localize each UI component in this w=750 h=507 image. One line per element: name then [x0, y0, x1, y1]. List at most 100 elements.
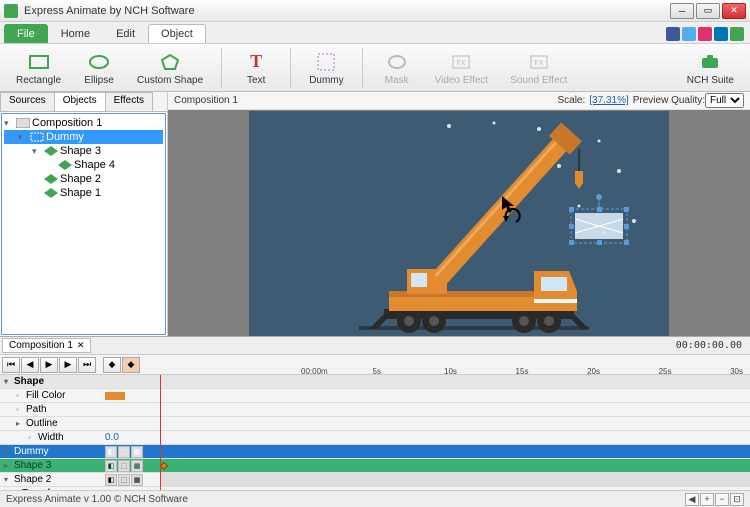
track-icon[interactable]: ▦ [131, 460, 143, 472]
twitter-icon[interactable] [682, 27, 696, 41]
composition-name: Composition 1 [174, 95, 238, 106]
close-tab-icon[interactable]: ✕ [77, 340, 85, 351]
zoom-in-button[interactable]: + [700, 493, 714, 506]
rectangle-icon [27, 50, 51, 74]
shape-icon [58, 160, 72, 170]
track-icon[interactable]: ⬚ [118, 460, 130, 472]
tab-effects[interactable]: Effects [105, 92, 153, 111]
menu-home[interactable]: Home [48, 24, 103, 43]
help-icon[interactable] [730, 27, 744, 41]
track-dummy[interactable]: ▾Dummy ◧⬚▦ [0, 445, 750, 459]
time-display: 00:00:00.00 [676, 340, 750, 351]
mask-icon [385, 50, 409, 74]
playhead[interactable] [160, 375, 161, 490]
minimize-button[interactable]: ─ [670, 3, 694, 19]
shape-icon [44, 188, 58, 198]
window-title: Express Animate by NCH Software [24, 5, 670, 17]
text-tool[interactable]: T Text [232, 48, 280, 88]
shape-icon [44, 174, 58, 184]
video-effect-icon: FX [449, 50, 473, 74]
canvas-header: Composition 1 Scale: [37.31%] Preview Qu… [168, 92, 750, 110]
tab-sources[interactable]: Sources [0, 92, 55, 111]
menu-object[interactable]: Object [148, 24, 206, 43]
ellipse-icon [87, 50, 111, 74]
track-width[interactable]: ◦Width 0.0 [0, 431, 750, 445]
sound-effect-tool[interactable]: FX Sound Effect [502, 48, 575, 88]
status-text: Express Animate v 1.00 © NCH Software [6, 494, 188, 505]
custom-shape-tool[interactable]: Custom Shape [129, 48, 211, 88]
track-outline[interactable]: ▸Outline [0, 417, 750, 431]
step-forward-button[interactable]: ▶ [59, 357, 77, 373]
keyframe[interactable] [160, 462, 168, 470]
main-content: Sources Objects Effects ▾ Composition 1 … [0, 92, 750, 336]
goto-start-button[interactable]: ⏮ [2, 357, 20, 373]
tree-dummy[interactable]: ▾ Dummy [4, 130, 163, 144]
shape-icon [44, 146, 58, 156]
keyframe-tool-b[interactable]: ◆ [122, 357, 140, 373]
tree-composition[interactable]: ▾ Composition 1 [4, 116, 163, 130]
objects-tree[interactable]: ▾ Composition 1 ▾ Dummy ▾ Shape 3 Shape … [1, 113, 166, 335]
panel-tabs: Sources Objects Effects [0, 92, 167, 112]
play-button[interactable]: ▶ [40, 357, 58, 373]
timeline-area: Composition 1 ✕ 00:00:00.00 ⏮ ◀ ▶ ▶ ⏭ ◆ … [0, 336, 750, 490]
track-icon[interactable]: ⬚ [118, 446, 130, 458]
title-bar: Express Animate by NCH Software ─ ▭ ✕ [0, 0, 750, 22]
track-icon[interactable]: ⬚ [118, 474, 130, 486]
tree-shape3[interactable]: ▾ Shape 3 [4, 144, 163, 158]
preview-quality-select[interactable]: Full [705, 93, 744, 108]
maximize-button[interactable]: ▭ [696, 3, 720, 19]
menu-bar: File Home Edit Object [0, 22, 750, 44]
track-icon[interactable]: ◧ [105, 474, 117, 486]
video-effect-tool[interactable]: FX Video Effect [427, 48, 497, 88]
linkedin-icon[interactable] [714, 27, 728, 41]
track-icon[interactable]: ◧ [105, 460, 117, 472]
nch-suite-icon [698, 50, 722, 74]
canvas-stage[interactable] [249, 111, 669, 336]
preview-quality-label: Preview Quality: [633, 95, 705, 106]
app-icon [4, 4, 18, 18]
scale-value[interactable]: [37.31%] [589, 95, 628, 106]
zoom-fit-button[interactable]: ⊡ [730, 493, 744, 506]
close-button[interactable]: ✕ [722, 3, 746, 19]
track-transform[interactable]: ▾Transform [0, 487, 750, 490]
track-shape3[interactable]: ▸Shape 3 ◧⬚▦ [0, 459, 750, 473]
ellipse-tool[interactable]: Ellipse [75, 48, 123, 88]
nch-suite-button[interactable]: NCH Suite [679, 48, 742, 88]
track-icon[interactable]: ◧ [105, 446, 117, 458]
playback-controls: ⏮ ◀ ▶ ▶ ⏭ ◆ ◆ 00:00m 5s 10s 15s 20s 25s … [0, 355, 750, 375]
track-shape2[interactable]: ▾Shape 2 ◧⬚▦ [0, 473, 750, 487]
zoom-out-button[interactable]: − [715, 493, 729, 506]
track-icon[interactable]: ▦ [131, 474, 143, 486]
tree-shape4[interactable]: Shape 4 [4, 158, 163, 172]
tab-objects[interactable]: Objects [54, 92, 106, 111]
fill-color-swatch[interactable] [105, 392, 125, 400]
track-icon[interactable]: ▦ [131, 446, 143, 458]
canvas-viewport[interactable] [168, 110, 750, 336]
keyframe-tool-a[interactable]: ◆ [103, 357, 121, 373]
track-shape-header[interactable]: ▾Shape [0, 375, 750, 389]
menu-edit[interactable]: Edit [103, 24, 148, 43]
track-path[interactable]: ◦Path [0, 403, 750, 417]
timeline-tracks[interactable]: ▾Shape ◦Fill Color ◦Path ▸Outline ◦Width… [0, 375, 750, 490]
step-back-button[interactable]: ◀ [21, 357, 39, 373]
timeline-tab-composition[interactable]: Composition 1 ✕ [2, 338, 91, 353]
custom-shape-icon [158, 50, 182, 74]
dummy-icon [314, 50, 338, 74]
share-icon[interactable] [698, 27, 712, 41]
tree-shape1[interactable]: Shape 1 [4, 186, 163, 200]
svg-text:FX: FX [534, 60, 543, 67]
zoom-prev-button[interactable]: ◀ [685, 493, 699, 506]
mask-tool[interactable]: Mask [373, 48, 421, 88]
menu-file[interactable]: File [4, 24, 48, 43]
selected-object[interactable] [569, 194, 629, 245]
tree-shape2[interactable]: Shape 2 [4, 172, 163, 186]
goto-end-button[interactable]: ⏭ [78, 357, 96, 373]
left-panel: Sources Objects Effects ▾ Composition 1 … [0, 92, 168, 336]
rectangle-tool[interactable]: Rectangle [8, 48, 69, 88]
facebook-icon[interactable] [666, 27, 680, 41]
status-bar: Express Animate v 1.00 © NCH Software ◀ … [0, 490, 750, 507]
dummy-tree-icon [30, 132, 44, 142]
dummy-tool[interactable]: Dummy [301, 48, 351, 88]
canvas-area: Composition 1 Scale: [37.31%] Preview Qu… [168, 92, 750, 336]
track-fill-color[interactable]: ◦Fill Color [0, 389, 750, 403]
